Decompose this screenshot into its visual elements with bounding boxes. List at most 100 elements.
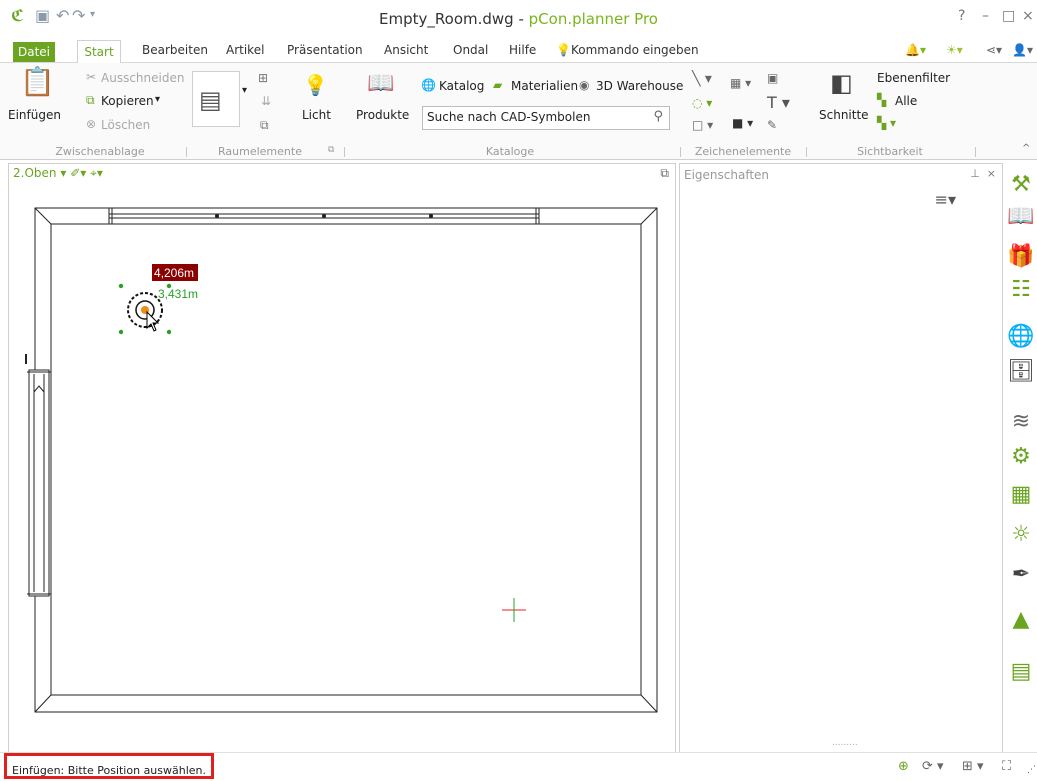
scissors-icon: ✂ (86, 70, 97, 84)
grid-icon[interactable]: ⊞ ▾ (962, 759, 984, 774)
delete-button[interactable]: Löschen (101, 118, 150, 132)
pen-icon[interactable]: ✒ (1007, 561, 1035, 589)
group-label-room: Raumelemente (218, 145, 302, 158)
edit-text-icon[interactable]: ✎ (767, 118, 777, 132)
tab-hilfe[interactable]: Hilfe (509, 43, 536, 57)
ribbon-separator (680, 147, 681, 157)
window-element-icon[interactable]: ⊞ (258, 71, 268, 85)
crosshair-cursor (502, 598, 526, 622)
copy-icon: ⧉ (86, 93, 95, 107)
magnet-icon[interactable]: ⟳ ▾ (922, 759, 944, 774)
wall-gallery[interactable]: ▤ (192, 71, 240, 127)
globe-search-icon[interactable]: 🌐 (1007, 323, 1035, 351)
ribbon: 📋 Einfügen ✂ Ausschneiden ⧉ Kopieren ▾ ⊗… (0, 63, 1037, 160)
right-toolbar: ⚒ 📖 🎁 ☷ 🌐 🗄 ≋ ⚙ ▦ ☼ ✒ ▲ ▤ (1003, 163, 1037, 751)
cad-symbol-search[interactable]: Suche nach CAD-Symbolen ⚲ (422, 106, 670, 130)
maximize-button[interactable]: □ (1002, 8, 1015, 24)
list-icon[interactable]: ☷ (1007, 276, 1035, 304)
command-input[interactable]: Kommando eingeben (571, 43, 699, 57)
catalog-book-icon[interactable]: 📖 (1007, 203, 1035, 231)
sections-button[interactable]: Schnitte (819, 108, 869, 122)
tools-icon[interactable]: ⚒ (1007, 171, 1035, 199)
tab-praesentation[interactable]: Präsentation (287, 43, 363, 57)
snap-toggle-icon[interactable]: ⊕ (898, 759, 909, 774)
layout-icon[interactable]: ▤ (1007, 658, 1035, 686)
product-info-icon[interactable]: 🎁 (1007, 243, 1035, 271)
tab-start[interactable]: Start (77, 40, 121, 63)
copy-dropdown-icon[interactable]: ▾ (155, 94, 160, 105)
window-title: Empty_Room.dwg - pCon.planner Pro (379, 10, 658, 28)
title-bar: ℭ ▣ ↶ ↷ ▾ Empty_Room.dwg - pCon.planner … (0, 0, 1037, 40)
ribbon-separator (186, 147, 187, 157)
sections-icon: ◧ (830, 69, 853, 97)
search-icon[interactable]: ⚲ (653, 109, 663, 124)
user-icon[interactable]: 👤▾ (1012, 43, 1033, 57)
material-settings-icon[interactable]: ⚙ (1007, 443, 1035, 471)
tab-datei[interactable]: Datei (13, 42, 55, 62)
tab-ansicht[interactable]: Ansicht (384, 43, 428, 57)
lighting-icon[interactable]: ☼ (1007, 521, 1035, 549)
close-button[interactable]: × (1022, 8, 1034, 24)
notification-icon[interactable]: 🔔▾ (905, 43, 926, 57)
surface-icon[interactable]: ▦ (1007, 481, 1035, 509)
materials-button[interactable]: Materialien (511, 79, 578, 93)
line-tool-icon[interactable]: ╲ ▾ (692, 71, 712, 87)
ribbon-separator (975, 147, 976, 157)
layers-icon[interactable]: ≋ (1007, 408, 1035, 436)
group-label-clipboard: Zwischenablage (55, 145, 145, 158)
floor-element-icon[interactable]: ⧉ (260, 118, 269, 133)
sun-icon[interactable]: ☀▾ (946, 43, 963, 57)
search-input[interactable]: Suche nach CAD-Symbolen (427, 110, 590, 124)
dimension-text-2: 3,431m (158, 287, 198, 301)
all-layers-button[interactable]: Alle (895, 94, 917, 108)
products-button[interactable]: Produkte (356, 108, 409, 122)
hatch-tool-icon[interactable]: ▦ ▾ (730, 76, 751, 90)
door-left (28, 369, 50, 597)
door-element-icon[interactable]: ⇊ (261, 94, 271, 108)
copy-button[interactable]: Kopieren (101, 94, 154, 108)
tab-bearbeiten[interactable]: Bearbeiten (142, 43, 208, 57)
image-tool-icon[interactable]: ▣ (767, 71, 778, 85)
warehouse-button[interactable]: 3D Warehouse (596, 79, 683, 93)
properties-title: Eigenschaften (684, 168, 770, 182)
layer-filter-button[interactable]: Ebenenfilter (877, 71, 950, 85)
picture-icon[interactable]: ▲ (1007, 606, 1035, 634)
resize-grip-icon[interactable]: ⋰ (1027, 765, 1036, 775)
ribbon-tabs: Datei Start Bearbeiten Artikel Präsentat… (0, 40, 1037, 63)
status-bar: Einfügen: Bitte Position auswählen. ⊕ ⟳ … (0, 752, 1037, 781)
drawing-viewport[interactable]: 2.Oben ▾ ✐▾ ⌖▾ ⧉ 4,206m 3,431m (8, 163, 676, 753)
archive-icon[interactable]: 🗄 (1007, 358, 1035, 386)
ribbon-separator (344, 147, 345, 157)
rectangle-tool-icon[interactable]: □ ▾ (692, 118, 713, 132)
fullscreen-icon[interactable]: ⛶ (1002, 759, 1011, 774)
wall-icon: ▤ (199, 86, 222, 114)
arc-tool-icon[interactable]: ◌ ▾ (692, 96, 712, 110)
share-icon[interactable]: ⋖▾ (986, 43, 1002, 57)
ribbon-separator (806, 147, 807, 157)
wall-gallery-dropdown-icon[interactable]: ▾ (242, 85, 247, 96)
tab-ondal[interactable]: Ondal (453, 43, 488, 57)
delete-icon: ⊗ (86, 117, 97, 131)
clipboard-icon: 📋 (20, 65, 55, 98)
catalog-button[interactable]: Katalog (439, 79, 484, 93)
cut-button[interactable]: Ausschneiden (101, 71, 184, 85)
minimize-button[interactable]: – (982, 8, 989, 24)
group-label-drawing: Zeichenelemente (694, 145, 792, 158)
dialog-launcher-icon[interactable]: ⧉ (328, 145, 334, 155)
properties-panel: Eigenschaften ⊥ × ≡▾ ......... (679, 163, 1003, 753)
fill-tool-icon[interactable]: ■ ▾ (732, 116, 753, 130)
panel-pin-close-icons[interactable]: ⊥ × (970, 167, 996, 180)
light-button[interactable]: Licht (302, 108, 331, 122)
tab-artikel[interactable]: Artikel (226, 43, 264, 57)
light-icon: 💡 (303, 73, 328, 97)
globe-catalog-icon: 🌐 (421, 78, 436, 92)
help-button[interactable]: ? (958, 8, 965, 24)
floor-plan[interactable]: 4,206m 3,431m (9, 164, 675, 752)
collapse-ribbon-icon[interactable]: ^ (1022, 143, 1030, 154)
paste-button[interactable]: Einfügen (8, 108, 61, 122)
layer-grid-icon[interactable]: ▚ ▾ (877, 116, 896, 130)
warehouse-icon: ◉ (579, 78, 590, 92)
text-tool-icon[interactable]: T ▾ (767, 93, 790, 112)
properties-menu-icon[interactable]: ≡▾ (935, 190, 956, 209)
lightbulb-icon: 💡 (556, 43, 571, 57)
